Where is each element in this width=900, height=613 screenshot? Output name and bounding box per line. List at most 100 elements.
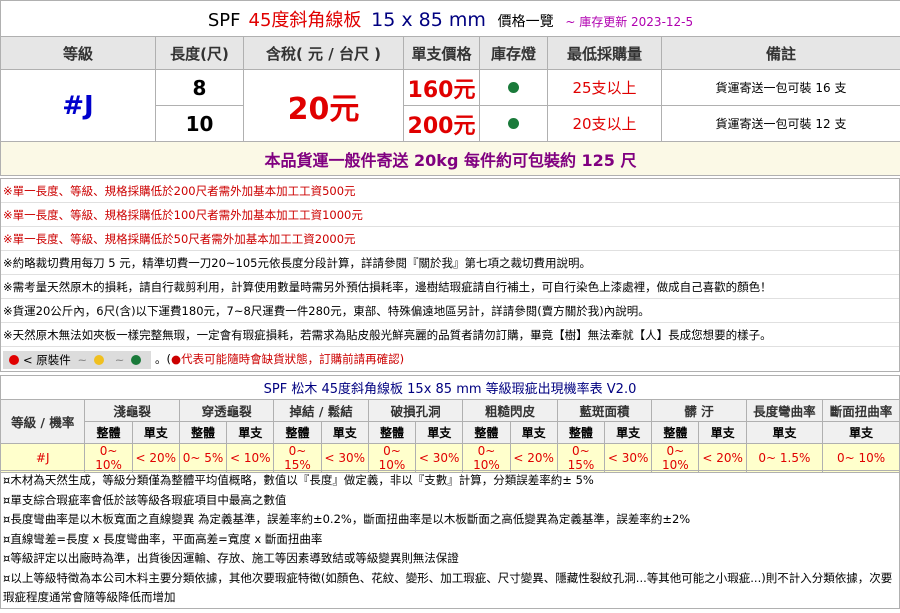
sub-single: 單支 — [320, 421, 369, 444]
title-price-label: 價格一覽 — [497, 13, 554, 30]
defect-value: < 10% — [226, 443, 275, 473]
remark-cell: 貨運寄送一包可裝 12 支 — [661, 105, 900, 142]
defect-row-grade: #J — [0, 443, 86, 473]
title-spf: SPF — [207, 9, 241, 31]
note-line: ※貨運20公斤內，6尺(含)以下運費180元，7~8尺運費一件280元，東部、特… — [1, 299, 899, 323]
note-line: ※需考量天然原木的損耗，請自行裁剪利用，計算使用數量時需另外預估損耗率，邊樹結瑕… — [1, 275, 899, 299]
legend-tilde: ~ — [114, 352, 125, 367]
red-dot-icon — [9, 355, 19, 365]
header-stock: 庫存燈 — [479, 36, 548, 70]
defect-value: < 30% — [604, 443, 653, 473]
footnote-line: ¤單支綜合瑕疵率會低於該等級各瑕疵項目中最高之數值 — [3, 492, 287, 507]
defect-table: SPF 松木 45度斜角線板 15x 85 mm 等級瑕疵出現機率表 V2.0 … — [0, 375, 900, 473]
header-tax: 含稅( 元 / 台尺 ) — [243, 36, 404, 70]
min-buy-cell: 20支以上 — [547, 105, 662, 142]
defect-value: 0~ 15% — [273, 443, 322, 473]
footnote-line: ¤等級評定以出廠時為準，出貨後因運輸、存放、施工等因素導致結或等級變異則無法保證 — [3, 551, 459, 565]
note-line: ※單一長度、等級、規格採購低於200尺者需外加基本加工工資500元 — [1, 179, 899, 203]
defect-category: 粗糙閃皮 — [462, 399, 558, 422]
length-cell: 8 — [155, 69, 244, 106]
defect-category: 斷面扭曲率 — [822, 399, 900, 422]
price-header-row: 等級 長度(尺) 含稅( 元 / 台尺 ) 單支價格 庫存燈 最低採購量 備註 — [0, 36, 900, 70]
sub-single: 單支 — [415, 421, 464, 444]
sub-whole: 整體 — [273, 421, 322, 444]
unit-price-cell: 200元 — [403, 105, 480, 142]
header-unit-price: 單支價格 — [403, 36, 480, 70]
length-cell: 10 — [155, 105, 244, 142]
legend-tilde: ~ — [77, 352, 88, 367]
page: SPF 45度斜角線板 15 x 85 mm 價格一覽 ~ 庫存更新 2023-1… — [0, 0, 900, 613]
defect-value: < 30% — [415, 443, 464, 473]
note-line: ※約略裁切費用每刀 5 元，精準切費一刀20~105元依長度分段計算，詳請參閱『… — [1, 251, 899, 275]
sub-whole: 整體 — [556, 421, 606, 444]
sub-whole: 整體 — [178, 421, 228, 444]
title-updated: ~ 庫存更新 2023-12-5 — [565, 14, 694, 29]
page-title: SPF 45度斜角線板 15 x 85 mm 價格一覽 ~ 庫存更新 2023-1… — [0, 0, 900, 37]
sub-single: 單支 — [822, 421, 900, 444]
sub-single: 單支 — [745, 421, 824, 444]
footnotes-block: ¤木材為天然生成，等級分類僅為整體平均值概略，數值以『長度』做定義，非以『支數』… — [0, 470, 900, 609]
defect-value: < 30% — [320, 443, 369, 473]
footnote-line: ¤木材為天然生成，等級分類僅為整體平均值概略，數值以『長度』做定義，非以『支數』… — [3, 473, 594, 487]
defect-value: 0~ 1.5% — [745, 443, 824, 473]
legend-label: < 原裝件 — [23, 352, 71, 367]
sub-single: 單支 — [604, 421, 653, 444]
legend-warning: ●代表可能隨時會缺貨狀態，訂購前請再確認) — [171, 352, 405, 366]
note-line: ※單一長度、等級、規格採購低於50尺者需外加基本加工工資2000元 — [1, 227, 899, 251]
stock-cell — [479, 69, 548, 106]
tax-price-cell: 20元 — [243, 69, 404, 142]
green-dot-icon — [131, 355, 142, 365]
stock-light-icon — [508, 118, 519, 129]
stock-light-icon — [508, 82, 519, 93]
sub-whole: 整體 — [651, 421, 700, 444]
footnote-line: ¤以上等級特徵為本公司木料主要分類依據，其他次要瑕疵特徵(如顏色、花紋、變形、加… — [3, 570, 893, 605]
footnote-line: ¤直線彎差=長度 x 長度彎曲率，平面高差=寬度 x 斷面扭曲率 — [3, 531, 323, 546]
shipping-note: 本品貨運一般件寄送 20kg 每件約可包裝約 125 尺 — [0, 141, 900, 176]
defect-value: 0~ 15% — [556, 443, 606, 473]
price-row: #J 8 20元 160元 25支以上 貨運寄送一包可裝 16 支 — [0, 69, 900, 142]
title-size: 15 x 85 mm — [371, 8, 486, 31]
legend-box: < 原裝件 ~ ~ — [3, 350, 152, 369]
sub-single: 單支 — [698, 421, 747, 444]
defect-value: 0~ 10% — [822, 443, 900, 473]
unit-price-cell: 160元 — [403, 69, 480, 106]
defect-grade-header: 等級 / 機率 — [0, 399, 86, 444]
sub-whole: 整體 — [84, 421, 133, 444]
defect-category: 穿透龜裂 — [178, 399, 275, 422]
defect-value: < 20% — [509, 443, 558, 473]
note-line: ※單一長度、等級、規格採購低於100尺者需外加基本加工工資1000元 — [1, 203, 899, 227]
stock-cell — [479, 105, 548, 142]
defect-title: SPF 松木 45度斜角線板 15x 85 mm 等級瑕疵出現機率表 V2.0 — [0, 375, 900, 400]
sub-single: 單支 — [509, 421, 558, 444]
defect-category: 藍斑面積 — [556, 399, 653, 422]
footnote-line: ¤長度彎曲率是以木板寬面之直線變異 為定義基準，誤差率約±0.2%，斷面扭曲率是… — [3, 512, 691, 526]
header-grade: 等級 — [0, 36, 156, 70]
sub-single: 單支 — [226, 421, 275, 444]
defect-value: 0~ 10% — [367, 443, 417, 473]
legend-suffix: 。( — [155, 352, 172, 366]
defect-value: < 20% — [698, 443, 747, 473]
header-remark: 備註 — [661, 36, 900, 70]
remark-cell: 貨運寄送一包可裝 16 支 — [661, 69, 900, 106]
defect-category: 掉結 / 鬆結 — [273, 399, 369, 422]
defect-value: 0~ 10% — [651, 443, 700, 473]
header-min-buy: 最低採購量 — [547, 36, 662, 70]
defect-value: 0~ 10% — [462, 443, 511, 473]
sub-whole: 整體 — [462, 421, 511, 444]
defect-category: 淺龜裂 — [84, 399, 180, 422]
header-length: 長度(尺) — [155, 36, 244, 70]
yellow-dot-icon — [94, 355, 105, 365]
min-buy-cell: 25支以上 — [547, 69, 662, 106]
defect-category: 長度彎曲率 — [745, 399, 824, 422]
note-line: ※天然原木無法如夾板一樣完整無瑕，一定會有瑕疵損耗，若需求為貼皮般光鮮亮麗的品質… — [1, 323, 899, 347]
defect-value: < 20% — [131, 443, 180, 473]
title-name: 45度斜角線板 — [248, 9, 362, 31]
sub-whole: 整體 — [367, 421, 417, 444]
defect-value: 0~ 5% — [178, 443, 228, 473]
notes-block: ※單一長度、等級、規格採購低於200尺者需外加基本加工工資500元 ※單一長度、… — [0, 178, 900, 372]
defect-category: 髒 汙 — [651, 399, 747, 422]
legend-line: < 原裝件 ~ ~ 。(●代表可能隨時會缺貨狀態，訂購前請再確認) — [1, 347, 899, 371]
grade-cell: #J — [0, 69, 156, 142]
defect-category: 破損孔洞 — [367, 399, 464, 422]
price-table: SPF 45度斜角線板 15 x 85 mm 價格一覽 ~ 庫存更新 2023-1… — [0, 0, 900, 176]
